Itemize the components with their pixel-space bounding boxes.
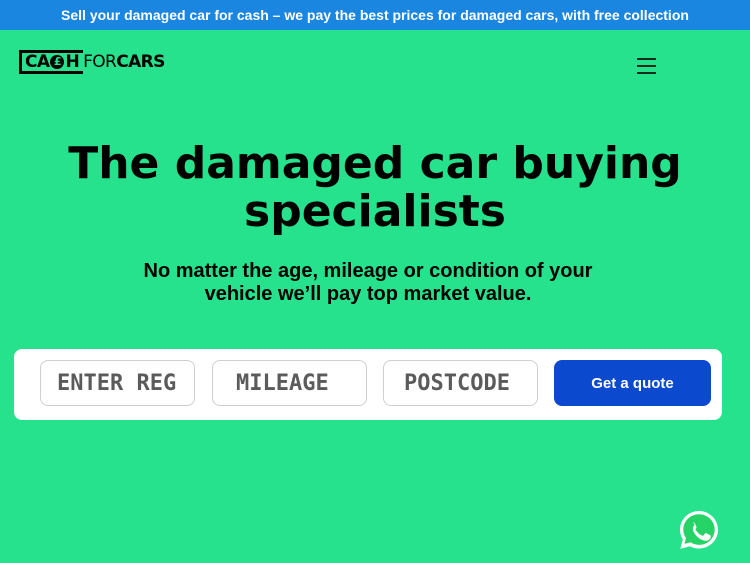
promo-text: Sell your damaged car for cash – we pay … xyxy=(61,7,689,23)
pound-icon: £ xyxy=(50,55,65,69)
hero-subtitle: No matter the age, mileage or condition … xyxy=(143,260,593,305)
hamburger-menu-icon[interactable] xyxy=(637,58,657,74)
logo-text-for: FOR xyxy=(83,52,117,72)
reg-input[interactable] xyxy=(40,360,195,406)
whatsapp-icon[interactable] xyxy=(676,507,722,553)
postcode-input[interactable] xyxy=(383,360,538,406)
mileage-input[interactable] xyxy=(212,360,367,406)
logo-cash-box: CA £ H xyxy=(19,50,84,74)
logo-text-h: H xyxy=(65,52,80,72)
quote-form: Get a quote xyxy=(14,349,722,420)
site-header: CA £ H FOR CARS xyxy=(0,30,750,110)
site-logo[interactable]: CA £ H FOR CARS xyxy=(19,48,165,76)
get-quote-button[interactable]: Get a quote xyxy=(554,360,711,406)
promo-bar: Sell your damaged car for cash – we pay … xyxy=(0,0,750,30)
logo-text-cars: CARS xyxy=(116,52,165,72)
logo-text-ca: CA xyxy=(25,52,50,72)
hero-title: The damaged car buying specialists xyxy=(68,138,682,237)
